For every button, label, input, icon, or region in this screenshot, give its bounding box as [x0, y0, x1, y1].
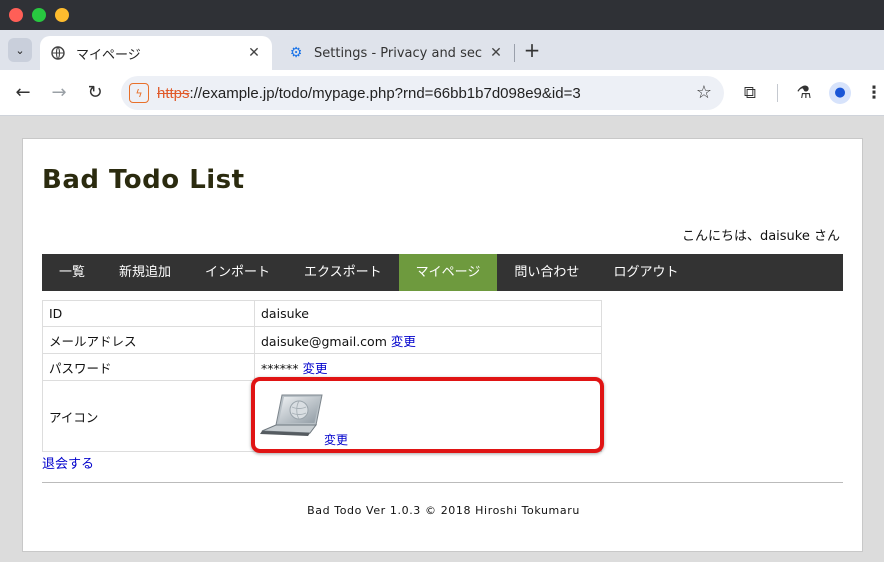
- more-menu-icon[interactable]: ⋮: [863, 82, 884, 104]
- site-title: Bad Todo List: [42, 165, 245, 195]
- close-window-button[interactable]: [9, 8, 23, 22]
- extensions-icon[interactable]: ⧉: [739, 82, 761, 104]
- icon-label: アイコン: [42, 380, 255, 452]
- tab-search-button[interactable]: ⌄: [8, 38, 32, 62]
- address-bar[interactable]: ϟ https://example.jp/todo/mypage.php?rnd…: [121, 76, 724, 110]
- nav-list[interactable]: 一覧: [42, 254, 102, 291]
- password-value: ******: [261, 360, 299, 376]
- password-label: パスワード: [42, 353, 255, 381]
- nav-export[interactable]: エクスポート: [287, 254, 399, 291]
- nav-contact[interactable]: 問い合わせ: [497, 254, 596, 291]
- back-button[interactable]: ←: [11, 81, 35, 105]
- url-text[interactable]: https://example.jp/todo/mypage.php?rnd=6…: [157, 85, 581, 102]
- tab-title: マイページ: [76, 47, 141, 63]
- highlight-box: [251, 377, 604, 453]
- tab-title: Settings - Privacy and sec: [314, 45, 482, 61]
- maximize-window-button[interactable]: [32, 8, 46, 22]
- nav-import[interactable]: インポート: [188, 254, 287, 291]
- page-content: Bad Todo List こんにちは、daisuke さん 一覧 新規追加 イ…: [22, 138, 863, 552]
- email-value: daisuke@gmail.com: [261, 333, 387, 349]
- toolbar-divider: [777, 84, 778, 102]
- footer-text: Bad Todo Ver 1.0.3 © 2018 Hiroshi Tokuma…: [307, 504, 580, 517]
- greeting-text: こんにちは、daisuke さん: [681, 229, 840, 244]
- divider: [42, 482, 843, 483]
- tab-settings[interactable]: ⚙ Settings - Privacy and sec ✕: [278, 36, 514, 70]
- gear-icon: ⚙: [289, 45, 303, 61]
- nav-logout[interactable]: ログアウト: [596, 254, 695, 291]
- browser-toolbar: ← → ↻ ϟ https://example.jp/todo/mypage.p…: [0, 70, 884, 116]
- tab-divider: [514, 44, 515, 62]
- email-cell: daisuke@gmail.com 変更: [254, 326, 602, 354]
- tab-mypage[interactable]: マイページ ✕: [40, 36, 272, 70]
- id-label: ID: [42, 300, 255, 327]
- nav-mypage[interactable]: マイページ: [398, 254, 498, 291]
- not-secure-icon[interactable]: ϟ: [129, 83, 149, 103]
- withdraw-link[interactable]: 退会する: [42, 453, 94, 472]
- main-nav: 一覧 新規追加 インポート エクスポート マイページ 問い合わせ ログアウト: [42, 254, 843, 291]
- url-scheme: https: [157, 84, 190, 102]
- close-tab-icon[interactable]: ✕: [246, 45, 262, 61]
- labs-flask-icon[interactable]: ⚗: [793, 82, 815, 104]
- minimize-window-button[interactable]: [55, 8, 69, 22]
- profile-avatar-icon[interactable]: ●: [829, 82, 851, 104]
- tab-strip: ⌄ マイページ ✕ ⚙ Settings - Privacy and sec ✕…: [0, 30, 884, 70]
- table-row: ID daisuke: [42, 300, 602, 327]
- new-tab-button[interactable]: +: [521, 40, 543, 62]
- email-label: メールアドレス: [42, 326, 255, 354]
- url-rest: ://example.jp/todo/mypage.php?rnd=66bb1b…: [189, 84, 581, 102]
- chevron-down-icon: ⌄: [15, 43, 25, 57]
- nav-add[interactable]: 新規追加: [102, 254, 188, 291]
- reload-button[interactable]: ↻: [83, 81, 107, 105]
- id-value: daisuke: [254, 300, 602, 327]
- forward-button[interactable]: →: [47, 81, 71, 105]
- bookmark-star-icon[interactable]: ☆: [696, 82, 712, 103]
- window-titlebar: [0, 0, 884, 30]
- globe-icon: [50, 45, 66, 61]
- password-change-link[interactable]: 変更: [302, 361, 327, 376]
- table-row: メールアドレス daisuke@gmail.com 変更: [42, 326, 602, 354]
- close-tab-icon[interactable]: ✕: [488, 45, 504, 61]
- email-change-link[interactable]: 変更: [391, 334, 416, 349]
